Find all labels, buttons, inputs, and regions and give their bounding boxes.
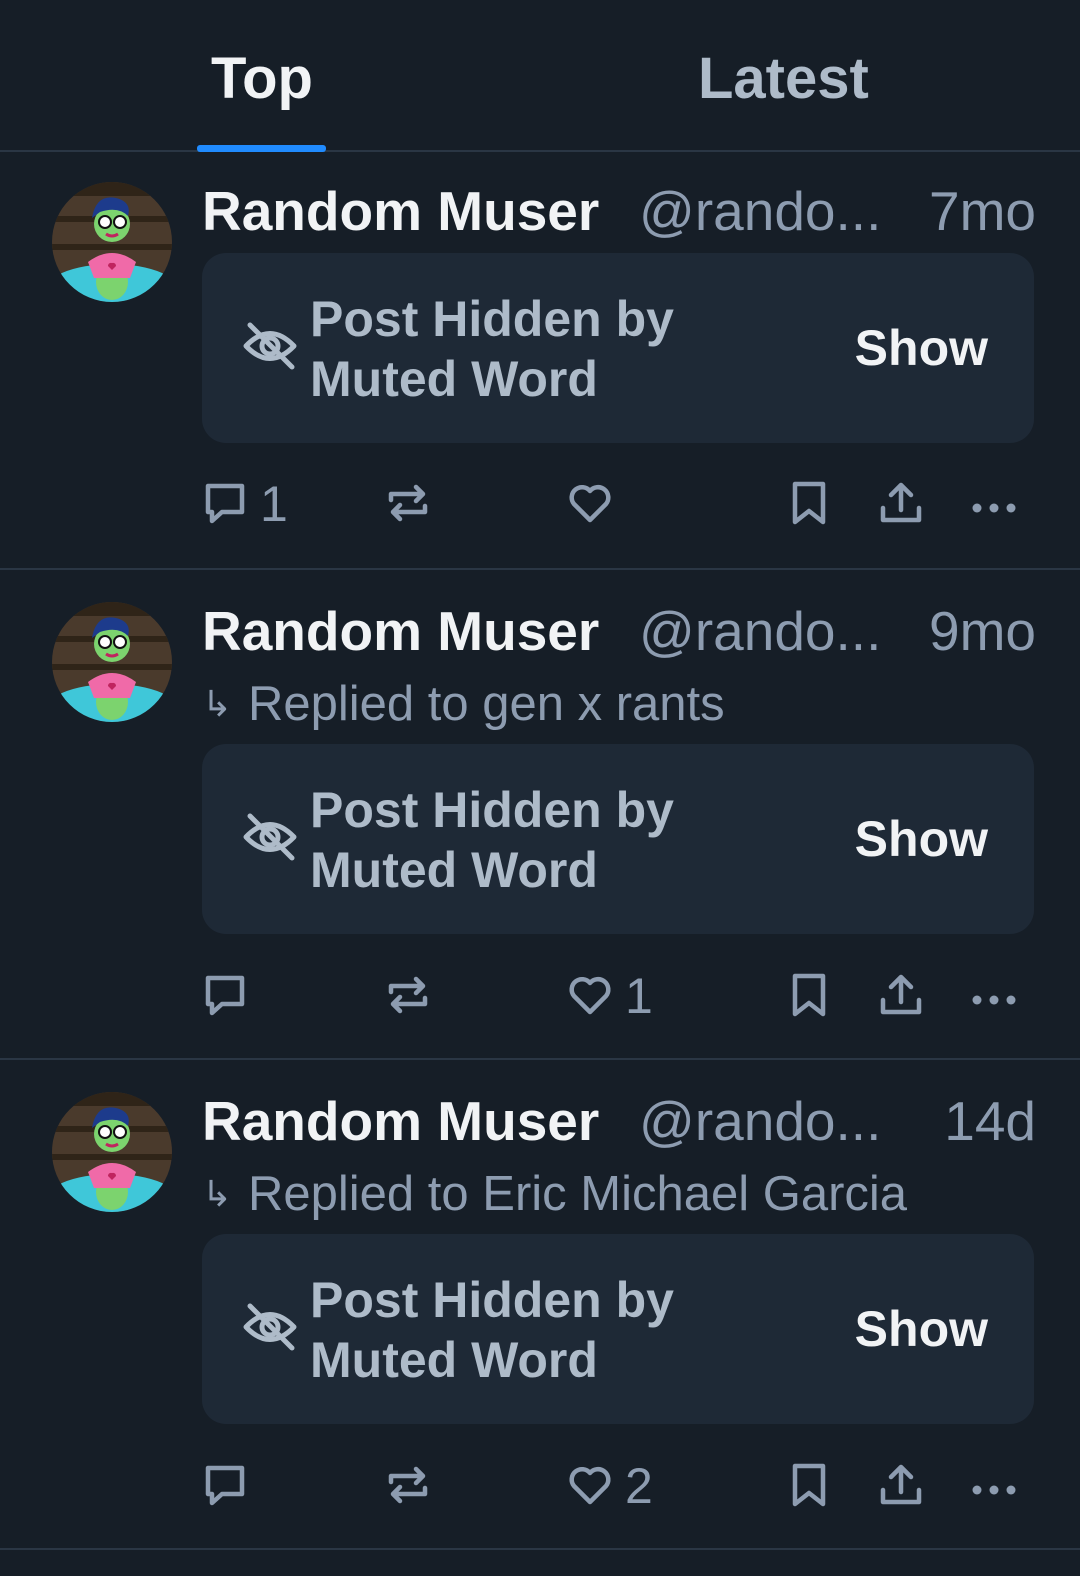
more-options-button[interactable] [970,474,1020,534]
share-button[interactable] [879,474,923,534]
hidden-post-label: Post Hidden by Muted Word [310,1272,674,1388]
like-button[interactable]: 2 [567,1456,687,1516]
avatar[interactable] [52,602,172,722]
reply-arrow-icon: ↳ [202,683,233,724]
heart-icon [569,1466,611,1505]
like-count: 2 [625,1458,653,1514]
reply-count: 1 [260,476,288,532]
share-upload-icon [880,482,922,523]
share-upload-icon [880,974,922,1015]
post-age[interactable]: 9mo [929,600,1036,662]
post-actions: 1 [202,474,1032,534]
hidden-post-label: Post Hidden by Muted Word [310,782,674,898]
eye-slash-icon [243,322,297,370]
share-button[interactable] [879,1456,923,1516]
active-tab-indicator [197,145,326,152]
bookmark-button[interactable] [789,1456,833,1516]
feed-tabs: Top Latest [0,0,1080,152]
ellipsis-icon [972,1485,1016,1495]
bookmark-icon [792,973,826,1017]
repost-button[interactable] [385,1456,445,1516]
bookmark-button[interactable] [789,966,833,1026]
reply-button[interactable] [202,1456,312,1516]
like-count: 1 [625,968,653,1024]
reply-button[interactable]: 1 [202,474,312,534]
author-handle[interactable]: @rando... [639,600,881,662]
post-item[interactable]: Random Muser @rando... 14d ↳ Replied to E… [0,1062,1080,1550]
heart-icon [569,484,611,523]
share-upload-icon [880,1464,922,1505]
hidden-post-notice: Post Hidden by Muted Word Show [202,744,1034,934]
reply-arrow-icon: ↳ [202,1173,233,1214]
hidden-post-notice: Post Hidden by Muted Word Show [202,253,1034,443]
author-handle[interactable]: @rando... [639,1090,881,1152]
hidden-post-notice: Post Hidden by Muted Word Show [202,1234,1034,1424]
share-button[interactable] [879,966,923,1026]
post-age[interactable]: 14d [944,1090,1036,1152]
like-button[interactable] [567,474,687,534]
repost-button[interactable] [385,966,445,1026]
author-name[interactable]: Random Muser [202,1090,599,1152]
repost-arrows-icon [388,484,428,522]
reply-context-label: Replied to gen x rants [248,677,725,731]
tab-latest[interactable]: Latest [698,44,869,114]
repost-arrows-icon [388,1466,428,1504]
show-post-button[interactable]: Show [855,808,988,870]
avatar[interactable] [52,182,172,302]
avatar[interactable] [52,1092,172,1212]
speech-bubble-icon [205,975,245,1016]
repost-arrows-icon [388,976,428,1014]
author-handle[interactable]: @rando... [639,180,881,242]
reply-context[interactable]: ↳ Replied to gen x rants [202,676,725,732]
bookmark-icon [792,481,826,525]
ellipsis-icon [972,503,1016,513]
show-post-button[interactable]: Show [855,317,988,379]
speech-bubble-icon [205,1465,245,1506]
more-options-button[interactable] [970,966,1020,1026]
repost-button[interactable] [385,474,445,534]
author-name[interactable]: Random Muser [202,180,599,242]
speech-bubble-icon [205,483,245,524]
post-header: Random Muser @rando... 14d [202,1090,1036,1152]
author-name[interactable]: Random Muser [202,600,599,662]
eye-slash-icon [243,813,297,861]
post-item[interactable]: Random Muser @rando... 7mo Post Hidden b… [0,152,1080,570]
post-actions: 1 [202,966,1032,1026]
reply-context[interactable]: ↳ Replied to Eric Michael Garcia [202,1166,907,1222]
post-item[interactable]: Random Muser @rando... 9mo ↳ Replied to g… [0,572,1080,1060]
more-options-button[interactable] [970,1456,1020,1516]
tab-top[interactable]: Top [211,44,313,114]
post-age[interactable]: 7mo [929,180,1036,242]
ellipsis-icon [972,995,1016,1005]
post-header: Random Muser @rando... 9mo [202,600,1036,662]
eye-slash-icon [243,1303,297,1351]
reply-context-label: Replied to Eric Michael Garcia [248,1167,908,1221]
like-button[interactable]: 1 [567,966,687,1026]
post-header: Random Muser @rando... 7mo [202,180,1036,242]
post-actions: 2 [202,1456,1032,1516]
hidden-post-label: Post Hidden by Muted Word [310,291,674,407]
bookmark-icon [792,1463,826,1507]
show-post-button[interactable]: Show [855,1298,988,1360]
bookmark-button[interactable] [789,474,833,534]
heart-icon [569,976,611,1015]
reply-button[interactable] [202,966,312,1026]
